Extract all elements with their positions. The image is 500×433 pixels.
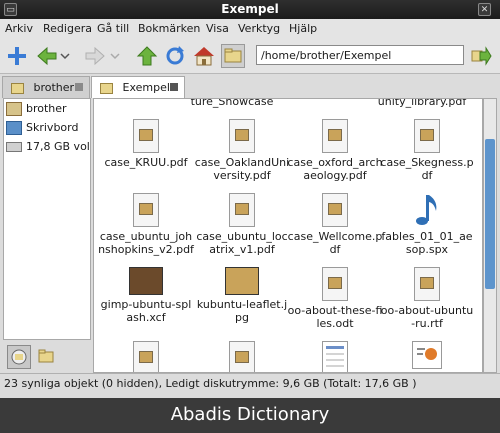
sidebar-item-brother[interactable]: brother: [6, 102, 67, 120]
file-label: gimp-ubuntu-splash.xcf: [100, 298, 192, 324]
pdf-file-icon: [133, 193, 159, 227]
tab-bar: brother Exempel: [0, 74, 500, 98]
forward-history-chevron-icon[interactable]: [110, 45, 120, 67]
side-pane: brother Skrivbord 17,8 GB voly: [3, 98, 91, 340]
file-label: case_Wellcome.pdf: [287, 230, 383, 256]
file-item[interactable]: case_ubuntu_johnshopkins_v2.pdf: [98, 193, 194, 256]
close-tab-icon[interactable]: [170, 83, 178, 91]
sidebar-item-label: brother: [26, 102, 67, 115]
file-label: ture_Showcase: [190, 98, 274, 108]
menu-verktyg[interactable]: Verktyg: [238, 22, 280, 35]
file-item[interactable]: case_KRUU.pdf: [98, 119, 194, 169]
toolbar: /home/brother/Exempel: [0, 39, 500, 74]
home-icon[interactable]: [193, 45, 215, 67]
pdf-file-icon: [322, 119, 348, 153]
document-file-icon: [322, 267, 348, 301]
file-item[interactable]: unity_library.pdf: [374, 98, 470, 108]
file-item[interactable]: [98, 341, 194, 372]
menu-ga-till[interactable]: Gå till: [97, 22, 129, 35]
file-item[interactable]: case_OaklandUniversity.pdf: [194, 119, 290, 182]
pdf-file-icon: [133, 119, 159, 153]
menu-bar: Arkiv Redigera Gå till Bokmärken Visa Ve…: [0, 19, 500, 39]
file-label: case_OaklandUniversity.pdf: [194, 156, 290, 182]
menu-bokmarken[interactable]: Bokmärken: [138, 22, 200, 35]
file-label: case_ubuntu_locatrix_v1.pdf: [196, 230, 288, 256]
menu-visa[interactable]: Visa: [206, 22, 229, 35]
tab-brother[interactable]: brother: [2, 76, 90, 98]
desktop-icon: [6, 121, 22, 135]
file-item[interactable]: [194, 341, 290, 372]
new-tab-icon[interactable]: [6, 45, 28, 67]
file-item[interactable]: case_ubuntu_locatrix_v1.pdf: [194, 193, 290, 256]
forward-arrow-icon[interactable]: [84, 45, 106, 67]
presentation-file-icon: [412, 341, 442, 369]
file-item[interactable]: case_oxford_archaeology.pdf: [287, 119, 383, 182]
status-bar: 23 synliga objekt (0 hidden), Ledigt dis…: [0, 373, 500, 393]
home-icon: [6, 102, 22, 116]
file-label: oo-about-ubuntu-ru.rtf: [380, 304, 474, 330]
document-file-icon: [414, 267, 440, 301]
back-history-chevron-icon[interactable]: [60, 45, 70, 67]
scrollbar-thumb[interactable]: [485, 139, 495, 289]
pdf-file-icon: [229, 119, 255, 153]
file-item[interactable]: [287, 341, 383, 372]
file-label: case_ubuntu_johnshopkins_v2.pdf: [98, 230, 194, 256]
drive-icon: [6, 142, 22, 152]
back-arrow-icon[interactable]: [36, 45, 58, 67]
file-label: fables_01_01_aesop.spx: [381, 230, 473, 256]
sidebar-item-volume[interactable]: 17,8 GB voly: [6, 140, 91, 158]
file-item[interactable]: [379, 341, 475, 372]
file-label: kubuntu-leaflet.jpg: [196, 298, 288, 324]
file-item[interactable]: oo-about-these-files.odt: [287, 267, 383, 330]
image-thumbnail-icon: [225, 267, 259, 295]
menu-arkiv[interactable]: Arkiv: [5, 22, 33, 35]
tab-brother-label: brother: [33, 81, 75, 94]
file-label: case_oxford_archaeology.pdf: [287, 156, 383, 182]
file-label: oo-about-these-files.odt: [287, 304, 383, 330]
caption-banner: Abadis Dictionary: [0, 398, 500, 433]
file-item[interactable]: case_Wellcome.pdf: [287, 193, 383, 256]
file-item[interactable]: kubuntu-leaflet.jpg: [194, 267, 290, 324]
places-button[interactable]: [7, 345, 31, 369]
folder-icon: [11, 82, 24, 94]
vertical-scrollbar[interactable]: [483, 98, 497, 373]
pdf-file-icon: [229, 193, 255, 227]
go-arrow-icon[interactable]: [470, 45, 492, 67]
image-thumbnail-icon: [129, 267, 163, 295]
file-label: case_KRUU.pdf: [104, 156, 188, 169]
spreadsheet-file-icon: [322, 341, 348, 372]
sidebar-item-skrivbord[interactable]: Skrivbord: [6, 121, 78, 139]
close-icon[interactable]: ✕: [478, 3, 491, 16]
sidebar-item-label: Skrivbord: [26, 121, 79, 134]
menu-hjalp[interactable]: Hjälp: [289, 22, 317, 35]
up-arrow-icon[interactable]: [136, 45, 158, 67]
title-bar[interactable]: ▭ Exempel ✕: [0, 0, 500, 19]
menu-redigera[interactable]: Redigera: [43, 22, 92, 35]
file-item[interactable]: oo-about-ubuntu-ru.rtf: [379, 267, 475, 330]
toggle-location-folder-icon[interactable]: [221, 44, 245, 68]
close-tab-icon[interactable]: [75, 83, 83, 91]
folder-icon: [100, 82, 113, 94]
pdf-file-icon: [322, 193, 348, 227]
sidebar-item-label: 17,8 GB voly: [26, 140, 91, 153]
file-label: unity_library.pdf: [377, 98, 467, 108]
pdf-file-icon: [414, 119, 440, 153]
file-label: case_Skegness.pdf: [380, 156, 474, 182]
side-pane-buttons: [3, 341, 91, 373]
file-item[interactable]: gimp-ubuntu-splash.xcf: [98, 267, 194, 324]
tab-exempel-label: Exempel: [122, 81, 170, 94]
document-file-icon: [133, 341, 159, 372]
reload-icon[interactable]: [164, 45, 186, 67]
file-item[interactable]: ture_Showcase: [184, 98, 280, 108]
tree-button[interactable]: [35, 345, 59, 369]
tab-exempel[interactable]: Exempel: [91, 76, 185, 98]
location-input[interactable]: /home/brother/Exempel: [256, 45, 464, 65]
file-view: ture_Showcase unity_library.pdf case_KRU…: [93, 98, 483, 373]
audio-note-icon: [414, 193, 440, 227]
window-title: Exempel: [221, 2, 279, 16]
file-item[interactable]: case_Skegness.pdf: [379, 119, 475, 182]
file-item[interactable]: fables_01_01_aesop.spx: [379, 193, 475, 256]
document-file-icon: [229, 341, 255, 372]
